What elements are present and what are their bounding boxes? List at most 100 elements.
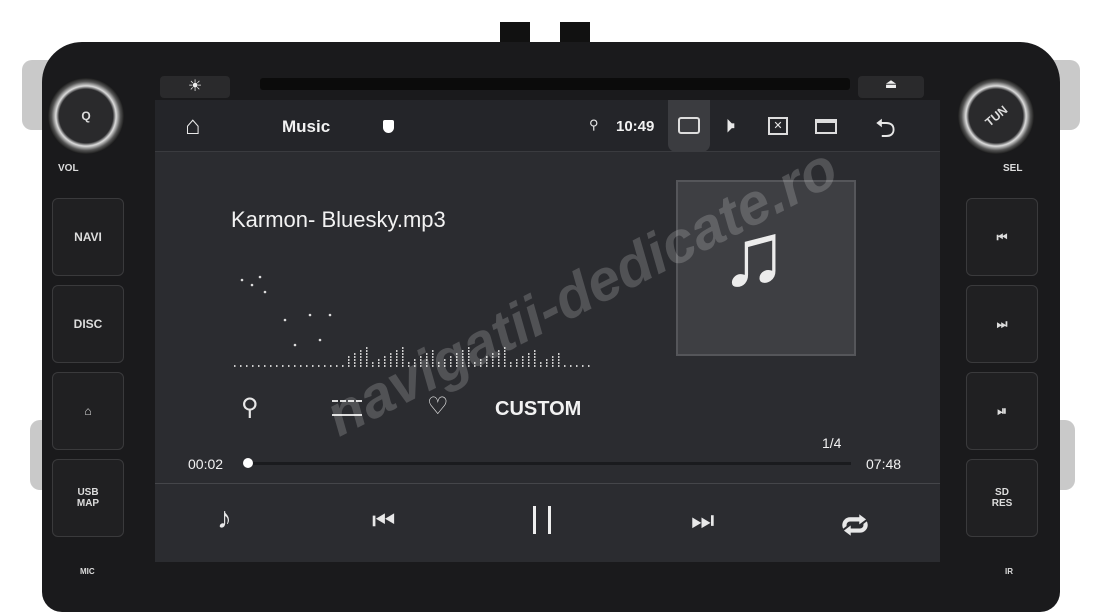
search-icon[interactable]: ⚲ bbox=[241, 393, 259, 422]
visualizer-dot bbox=[354, 353, 356, 355]
close-app-icon[interactable]: ✕ bbox=[768, 117, 788, 135]
visualizer-peak bbox=[293, 343, 297, 347]
visualizer-dot bbox=[360, 356, 362, 358]
visualizer-dot bbox=[576, 365, 578, 367]
visualizer-dot bbox=[588, 365, 590, 367]
usb-map-button[interactable]: USB MAP bbox=[52, 459, 124, 537]
previous-icon: ⏮ bbox=[996, 229, 1008, 244]
seek-bar[interactable] bbox=[245, 462, 851, 465]
tune-knob[interactable]: TUN bbox=[958, 78, 1034, 154]
visualizer-dot bbox=[558, 359, 560, 361]
visualizer-peak bbox=[258, 275, 262, 279]
visualizer-dot bbox=[240, 365, 242, 367]
visualizer-dot bbox=[306, 365, 308, 367]
volume-knob[interactable]: Q bbox=[48, 78, 124, 154]
visualizer-dot bbox=[522, 365, 524, 367]
total-time: 07:48 bbox=[866, 456, 902, 472]
eject-button[interactable]: ⏏ bbox=[858, 76, 924, 98]
repeat-icon[interactable]: 🔁︎ bbox=[841, 504, 869, 546]
visualizer-dot bbox=[516, 365, 518, 367]
eq-preset[interactable]: CUSTOM bbox=[495, 398, 581, 421]
visualizer-dot bbox=[318, 365, 320, 367]
visualizer-dot bbox=[288, 365, 290, 367]
visualizer-dot bbox=[552, 362, 554, 364]
camera-icon bbox=[678, 117, 700, 134]
button-label: SD RES bbox=[991, 487, 1013, 509]
visualizer-dot bbox=[348, 362, 350, 364]
visualizer-peak bbox=[328, 313, 332, 317]
visualizer-dot bbox=[366, 347, 368, 349]
visualizer-dot bbox=[558, 365, 560, 367]
visualizer-dot bbox=[258, 365, 260, 367]
visualizer-dot bbox=[234, 365, 236, 367]
visualizer-dot bbox=[330, 365, 332, 367]
visualizer-peak bbox=[240, 278, 244, 282]
sd-res-button[interactable]: SD RES bbox=[966, 459, 1038, 537]
visualizer-dot bbox=[342, 365, 344, 367]
track-title: Karmon- Bluesky.mp3 bbox=[231, 207, 446, 232]
visualizer-dot bbox=[540, 362, 542, 364]
visualizer-dot bbox=[336, 365, 338, 367]
recent-apps-icon[interactable] bbox=[815, 119, 837, 134]
sel-label: SEL bbox=[1003, 163, 1023, 174]
visualizer-dot bbox=[534, 359, 536, 361]
prev-hard-button[interactable]: ⏮ bbox=[966, 198, 1038, 276]
screenshot-button[interactable] bbox=[668, 100, 710, 152]
ir-label: IR bbox=[1005, 567, 1013, 576]
play-pause-hard-button[interactable]: ⏯ bbox=[966, 372, 1038, 450]
back-icon[interactable]: ⮌ bbox=[875, 110, 896, 154]
visualizer-dot bbox=[354, 356, 356, 358]
visualizer-peak bbox=[283, 318, 287, 322]
visualizer-peak bbox=[318, 338, 322, 342]
disc-slot bbox=[260, 78, 850, 90]
visualizer-dot bbox=[558, 353, 560, 355]
visualizer-peak bbox=[250, 283, 254, 287]
visualizer-dot bbox=[546, 362, 548, 364]
visualizer-dot bbox=[348, 356, 350, 358]
playlist-icon[interactable]: ♪ bbox=[217, 502, 232, 536]
knob-label: Q bbox=[81, 109, 91, 123]
visualizer-dot bbox=[366, 350, 368, 352]
next-hard-button[interactable]: ⏭ bbox=[966, 285, 1038, 363]
visualizer-dot bbox=[360, 350, 362, 352]
visualizer-dot bbox=[294, 365, 296, 367]
visualizer-dot bbox=[360, 359, 362, 361]
visualizer-dot bbox=[360, 353, 362, 355]
visualizer-dot bbox=[558, 362, 560, 364]
button-label: NAVI bbox=[74, 230, 102, 244]
seek-handle[interactable] bbox=[243, 458, 254, 468]
visualizer-dot bbox=[570, 365, 572, 367]
mic-label: MIC bbox=[80, 567, 95, 576]
visualizer-dot bbox=[324, 365, 326, 367]
app-title: Music bbox=[282, 117, 331, 136]
visualizer-dot bbox=[552, 365, 554, 367]
visualizer-peak bbox=[263, 290, 267, 294]
visualizer-dot bbox=[528, 359, 530, 361]
previous-icon[interactable]: ⏮ bbox=[372, 505, 395, 537]
location-icon: ⚲ bbox=[589, 117, 599, 132]
knob-label: TUN bbox=[982, 102, 1010, 130]
next-icon[interactable]: ⏭ bbox=[691, 505, 714, 537]
volume-icon[interactable]: 🕨 bbox=[721, 112, 735, 138]
visualizer-dot bbox=[528, 365, 530, 367]
visualizer-dot bbox=[354, 365, 356, 367]
visualizer-dot bbox=[366, 356, 368, 358]
visualizer-dot bbox=[348, 359, 350, 361]
brightness-button[interactable]: ☀ bbox=[160, 76, 230, 98]
visualizer-dot bbox=[354, 359, 356, 361]
pause-icon[interactable] bbox=[533, 506, 551, 534]
vol-label: VOL bbox=[58, 163, 79, 174]
visualizer-dot bbox=[552, 356, 554, 358]
disc-button[interactable]: DISC bbox=[52, 285, 124, 363]
home-hard-button[interactable]: ⌂ bbox=[52, 372, 124, 450]
visualizer-dot bbox=[276, 365, 278, 367]
home-icon: ⌂ bbox=[84, 404, 92, 418]
visualizer-dot bbox=[282, 365, 284, 367]
visualizer-dot bbox=[552, 359, 554, 361]
home-icon[interactable]: ⌂ bbox=[185, 110, 201, 141]
play-pause-icon: ⏯ bbox=[997, 403, 1007, 418]
navi-button[interactable]: NAVI bbox=[52, 198, 124, 276]
visualizer-dot bbox=[252, 365, 254, 367]
visualizer-dot bbox=[582, 365, 584, 367]
visualizer-dot bbox=[270, 365, 272, 367]
